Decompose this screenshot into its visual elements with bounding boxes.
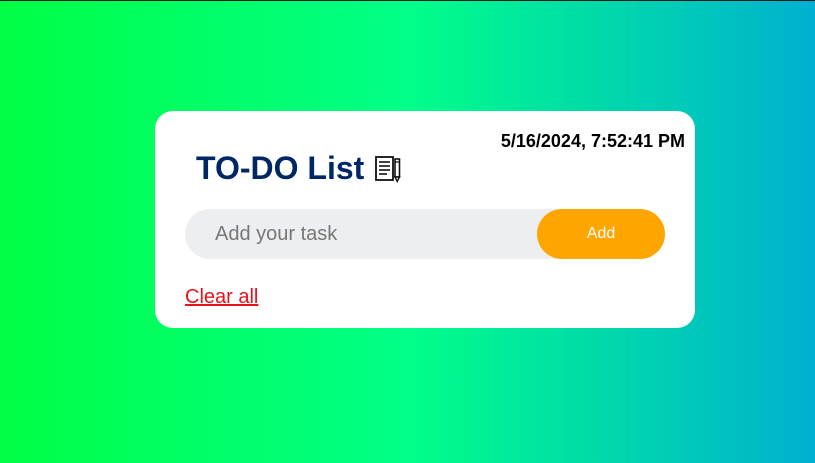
notepad-icon	[375, 155, 402, 183]
add-button[interactable]: Add	[537, 209, 665, 259]
page-background: { "app": { "timestamp": "5/16/2024, 7:52…	[0, 0, 815, 463]
add-task-row: Add	[185, 209, 665, 259]
current-datetime: 5/16/2024, 7:52:41 PM	[500, 131, 685, 151]
todo-card: 5/16/2024, 7:52:41 PM TO-DO List Add Cle…	[155, 111, 695, 328]
page-title: TO-DO List	[196, 150, 365, 186]
title-row: TO-DO List	[196, 150, 402, 187]
clear-all-link[interactable]: Clear all	[185, 286, 258, 309]
task-input[interactable]	[185, 209, 545, 259]
